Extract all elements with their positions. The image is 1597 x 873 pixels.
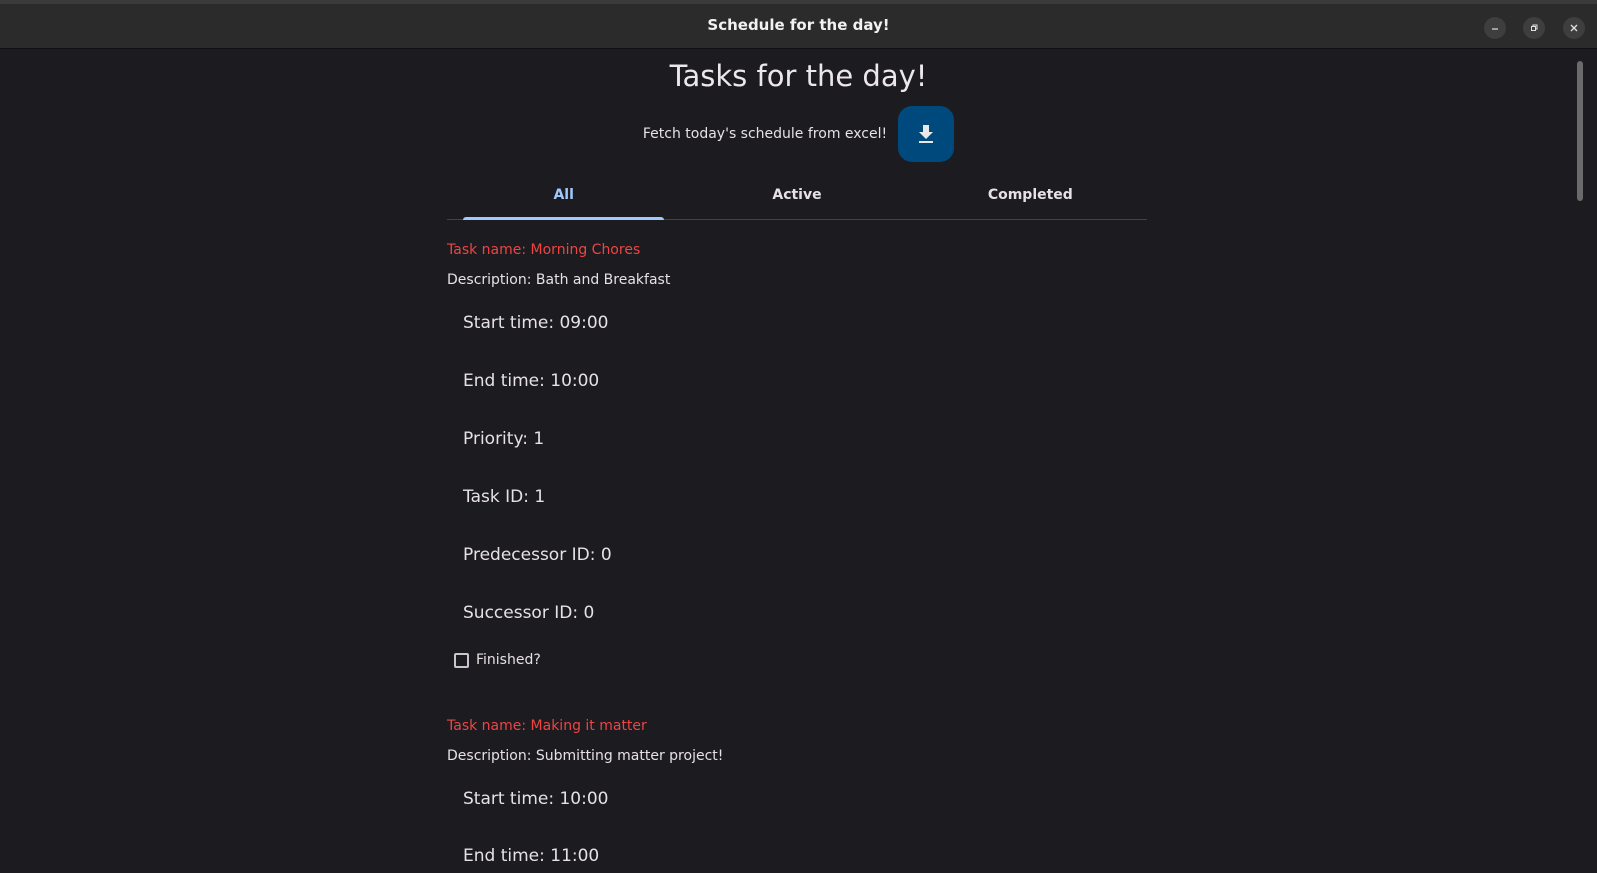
window-title: Schedule for the day!	[707, 16, 890, 34]
restore-icon	[1531, 24, 1538, 31]
minimize-icon	[1492, 28, 1498, 30]
main-content: Tasks for the day! Fetch today's schedul…	[0, 49, 1597, 873]
page-heading: Tasks for the day!	[669, 59, 928, 93]
title-bar[interactable]: Schedule for the day!	[0, 0, 1597, 49]
task-description: Description: Submitting matter project!	[447, 748, 724, 764]
close-button[interactable]	[1563, 17, 1585, 39]
end-time: End time: 11:00	[463, 846, 600, 866]
predecessor-id: Predecessor ID: 0	[463, 545, 612, 565]
end-time: End time: 10:00	[463, 371, 600, 391]
task-card: Task name: Morning Chores Description: B…	[447, 242, 1147, 722]
close-icon	[1570, 24, 1578, 32]
tab-completed[interactable]: Completed	[914, 171, 1147, 219]
tab-label: Active	[772, 187, 822, 203]
task-name: Task name: Making it matter	[447, 718, 647, 734]
fetch-schedule-button[interactable]	[898, 106, 955, 162]
finished-checkbox[interactable]	[454, 652, 469, 668]
app-window: Schedule for the day! Tasks for the day!…	[0, 0, 1597, 873]
task-card: Task name: Making it matter Description:…	[447, 718, 1147, 873]
tab-bar: All Active Completed	[447, 171, 1147, 220]
download-icon	[919, 125, 934, 143]
tab-active[interactable]: Active	[680, 171, 913, 219]
priority: Priority: 1	[463, 429, 545, 449]
fetch-row: Fetch today's schedule from excel!	[0, 106, 1597, 162]
finished-row: Finished?	[454, 652, 541, 668]
tab-label: All	[553, 187, 574, 203]
restore-button[interactable]	[1523, 17, 1545, 39]
start-time: Start time: 09:00	[463, 313, 609, 333]
tab-all[interactable]: All	[447, 171, 680, 220]
task-description: Description: Bath and Breakfast	[447, 272, 671, 288]
finished-label: Finished?	[476, 652, 541, 668]
successor-id: Successor ID: 0	[463, 603, 595, 623]
task-name: Task name: Morning Chores	[447, 242, 641, 258]
start-time: Start time: 10:00	[463, 789, 609, 809]
tab-indicator	[463, 217, 665, 220]
task-id: Task ID: 1	[463, 487, 546, 507]
fetch-label: Fetch today's schedule from excel!	[642, 126, 888, 142]
tab-label: Completed	[987, 187, 1073, 203]
minimize-button[interactable]	[1484, 17, 1506, 39]
